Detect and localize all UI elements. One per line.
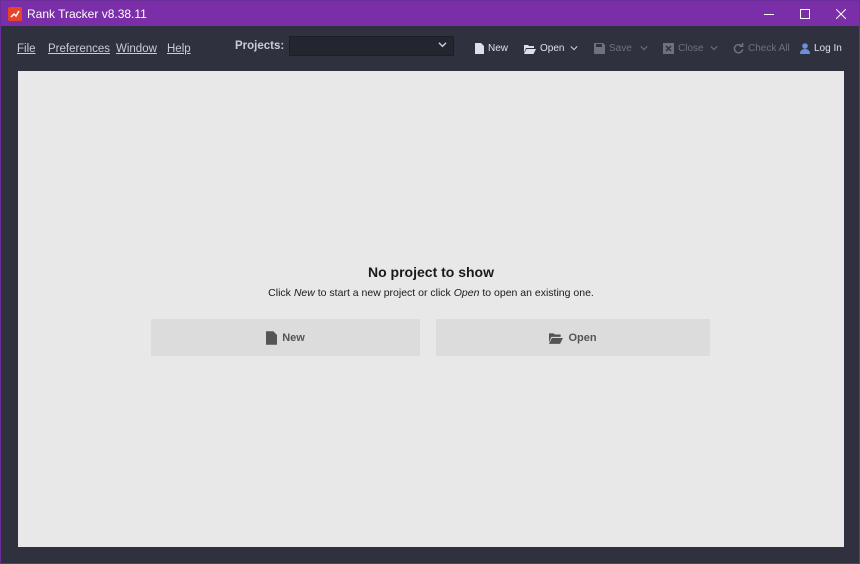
app-window: Rank Tracker v8.38.11 File Preferences W… bbox=[0, 0, 860, 564]
window-title: Rank Tracker v8.38.11 bbox=[27, 6, 147, 21]
chevron-down-icon bbox=[438, 42, 447, 48]
open-project-label: Open bbox=[568, 331, 597, 344]
subtitle-text-1: Click bbox=[268, 287, 294, 299]
menu-preferences[interactable]: Preferences bbox=[48, 43, 110, 55]
toolbar-new-button[interactable]: New bbox=[475, 43, 508, 54]
open-dropdown-chevron-icon[interactable] bbox=[570, 44, 578, 52]
minimize-icon bbox=[764, 13, 774, 15]
toolbar-close-button[interactable]: Close bbox=[663, 43, 704, 54]
subtitle-text-2: to start a new project or click bbox=[314, 287, 454, 299]
menu-help[interactable]: Help bbox=[167, 43, 191, 55]
subtitle-open-emphasis: Open bbox=[453, 287, 480, 299]
projects-label: Projects: bbox=[235, 40, 285, 52]
maximize-icon bbox=[800, 8, 810, 19]
toolbar-check-all-label: Check All bbox=[748, 43, 790, 54]
file-icon bbox=[475, 43, 484, 54]
empty-state-subtitle: Click New to start a new project or clic… bbox=[18, 287, 844, 299]
empty-state-title: No project to show bbox=[368, 264, 494, 280]
folder-open-icon bbox=[524, 44, 536, 54]
save-disk-icon bbox=[594, 43, 605, 54]
maximize-button[interactable] bbox=[787, 1, 823, 26]
toolbar-new-label: New bbox=[488, 43, 509, 54]
open-project-button[interactable]: Open bbox=[436, 319, 710, 356]
toolbar-close-label: Close bbox=[678, 43, 704, 54]
menu-window[interactable]: Window bbox=[116, 43, 157, 55]
toolbar-login-label: Log In bbox=[814, 43, 842, 54]
save-dropdown-chevron-icon[interactable] bbox=[640, 44, 648, 52]
toolbar-check-all-button[interactable]: Check All bbox=[733, 43, 790, 54]
folder-open-icon bbox=[549, 332, 564, 344]
app-logo-icon bbox=[8, 6, 22, 21]
toolbar-save-label: Save bbox=[609, 43, 632, 54]
close-window-button[interactable] bbox=[823, 1, 859, 26]
new-project-button[interactable]: New bbox=[151, 319, 420, 356]
toolbar-save-button[interactable]: Save bbox=[594, 43, 632, 54]
title-bar[interactable]: Rank Tracker v8.38.11 bbox=[1, 1, 859, 26]
main-toolbar: File Preferences Window Help Projects: N… bbox=[1, 26, 859, 70]
refresh-icon bbox=[733, 43, 744, 54]
main-content-area: No project to show Click New to start a … bbox=[18, 71, 844, 547]
minimize-button[interactable] bbox=[751, 1, 787, 26]
user-icon bbox=[800, 43, 810, 54]
close-dropdown-chevron-icon[interactable] bbox=[710, 44, 718, 52]
toolbar-login-button[interactable]: Log In bbox=[800, 43, 842, 54]
close-project-icon bbox=[663, 43, 674, 54]
subtitle-new-emphasis: New bbox=[293, 287, 315, 299]
window-controls bbox=[751, 1, 859, 26]
close-icon bbox=[836, 8, 846, 19]
new-project-label: New bbox=[282, 331, 305, 344]
toolbar-open-button[interactable]: Open bbox=[524, 43, 564, 54]
projects-dropdown[interactable] bbox=[289, 36, 454, 56]
file-icon bbox=[266, 330, 278, 345]
subtitle-text-3: to open an existing one. bbox=[479, 287, 594, 299]
menu-file[interactable]: File bbox=[17, 43, 36, 55]
toolbar-open-label: Open bbox=[540, 43, 565, 54]
